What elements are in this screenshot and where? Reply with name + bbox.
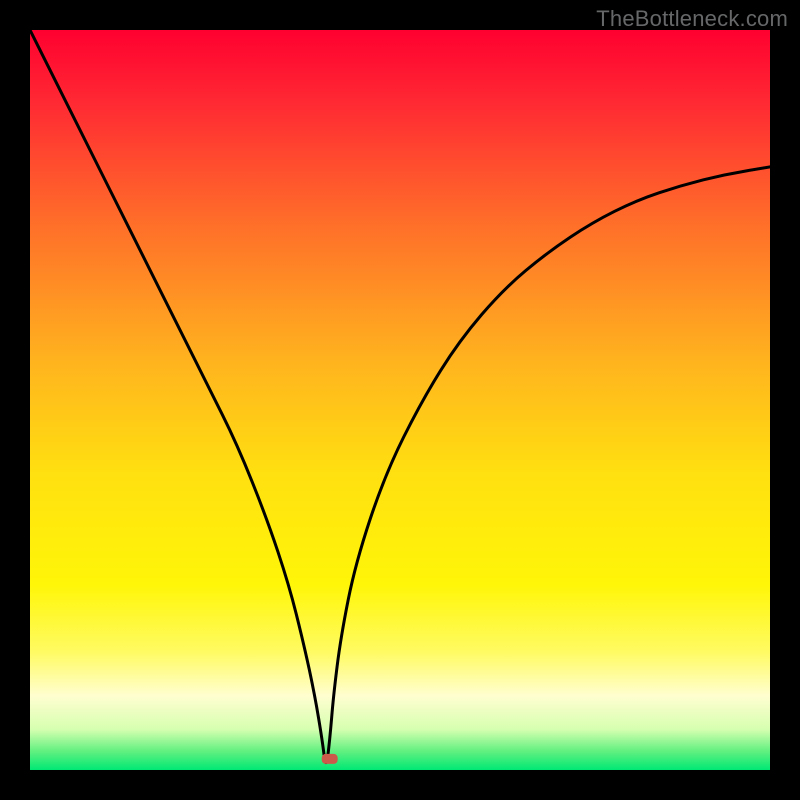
- gradient-background: [30, 30, 770, 770]
- chart-frame: TheBottleneck.com: [0, 0, 800, 800]
- chart-svg: [30, 30, 770, 770]
- watermark-text: TheBottleneck.com: [596, 6, 788, 32]
- optimal-point-marker: [322, 754, 338, 764]
- plot-area: [30, 30, 770, 770]
